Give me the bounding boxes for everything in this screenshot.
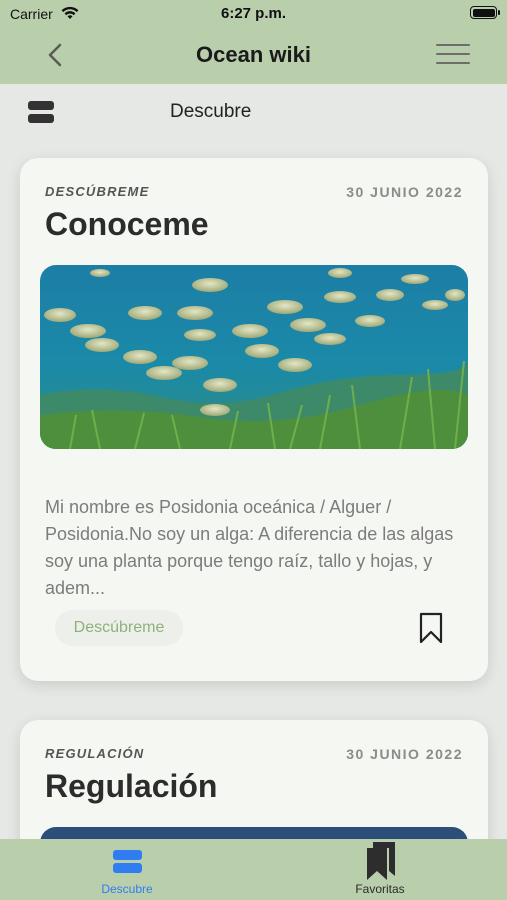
card-date: 30 JUNIO 2022 — [346, 184, 463, 200]
tab-bar: Descubre Favoritas — [0, 839, 507, 900]
section-header: Descubre — [0, 84, 507, 140]
tab-descubre[interactable]: Descubre — [57, 839, 197, 900]
status-bar: Carrier 6:27 p.m. — [0, 0, 507, 28]
tab-label: Descubre — [101, 882, 153, 896]
tab-label: Favoritas — [355, 882, 405, 896]
card-category: DESCÚBREME — [45, 184, 150, 199]
card-category: REGULACIÓN — [45, 746, 145, 761]
menu-button[interactable] — [436, 44, 470, 66]
view-toggle-button[interactable] — [28, 101, 56, 125]
card-title: Conoceme — [45, 206, 209, 242]
card-date: 30 JUNIO 2022 — [346, 746, 463, 762]
top-bar: Carrier 6:27 p.m. Ocean wiki — [0, 0, 507, 84]
tab-favoritas[interactable]: Favoritas — [310, 839, 450, 900]
section-title: Descubre — [170, 101, 252, 122]
card-excerpt: Mi nombre es Posidonia oceánica / Alguer… — [45, 497, 454, 598]
underwater-fish-image — [40, 265, 468, 449]
card-title: Regulación — [45, 768, 218, 804]
bookmark-icon[interactable] — [419, 612, 443, 644]
battery-icon — [470, 6, 500, 19]
category-chip[interactable]: Descúbreme — [55, 610, 183, 646]
clock: 6:27 p.m. — [220, 5, 287, 22]
card-image[interactable] — [40, 265, 468, 449]
page-title: Ocean wiki — [196, 42, 311, 67]
article-card[interactable]: DESCÚBREME 30 JUNIO 2022 Conoceme Mi nom… — [20, 158, 488, 681]
stack-icon — [113, 850, 142, 873]
bookmarks-icon — [367, 842, 395, 880]
hamburger-icon — [436, 44, 470, 46]
stack-icon — [28, 101, 54, 110]
